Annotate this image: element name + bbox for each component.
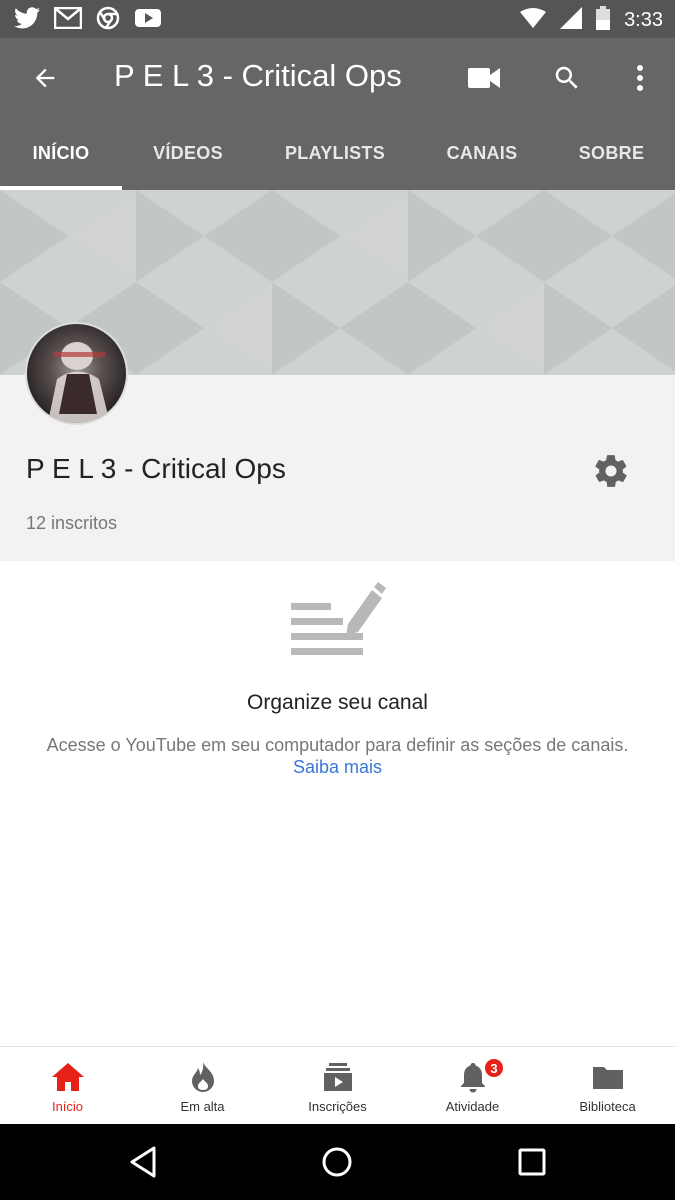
channel-avatar[interactable] xyxy=(25,322,128,425)
twitter-icon xyxy=(14,7,40,34)
subscriber-count: 12 inscritos xyxy=(26,513,118,533)
nav-biblioteca[interactable]: Biblioteca xyxy=(540,1047,675,1125)
circle-home-icon xyxy=(322,1147,352,1177)
upload-video-button[interactable] xyxy=(467,60,503,96)
more-options-button[interactable] xyxy=(622,60,658,96)
search-icon xyxy=(555,66,578,89)
youtube-icon xyxy=(134,7,162,34)
tab-inicio[interactable]: INÍCIO xyxy=(0,116,122,190)
video-camera-icon xyxy=(468,68,500,88)
wifi-icon xyxy=(520,8,547,33)
tab-videos[interactable]: VÍDEOS xyxy=(122,116,254,190)
learn-more-link[interactable]: Saiba mais xyxy=(0,757,675,778)
nav-inscricoes-label: Inscrições xyxy=(308,1099,367,1114)
channel-settings-button[interactable] xyxy=(592,452,630,490)
empty-state-description: Acesse o YouTube em seu computador para … xyxy=(46,735,629,755)
status-bar: 3:33 xyxy=(0,0,675,38)
nav-inicio[interactable]: Início xyxy=(0,1047,135,1125)
fire-icon xyxy=(186,1061,220,1093)
bottom-navigation: Início Em alta Inscrições 3 Atividade Bi… xyxy=(0,1046,675,1124)
nav-em-alta[interactable]: Em alta xyxy=(135,1047,270,1125)
nav-atividade[interactable]: 3 Atividade xyxy=(405,1047,540,1125)
more-vert-icon xyxy=(637,65,643,91)
nav-biblioteca-label: Biblioteca xyxy=(579,1099,636,1114)
square-recents-icon xyxy=(518,1148,546,1176)
tab-canais[interactable]: CANAIS xyxy=(416,116,548,190)
home-icon xyxy=(51,1061,85,1093)
nav-atividade-label: Atividade xyxy=(445,1099,500,1114)
channel-tabs: INÍCIO VÍDEOS PLAYLISTS CANAIS SOBRE xyxy=(0,116,675,190)
chrome-icon xyxy=(96,6,120,35)
edit-sections-icon xyxy=(288,580,386,666)
tab-playlists[interactable]: PLAYLISTS xyxy=(254,116,416,190)
tab-sobre[interactable]: SOBRE xyxy=(548,116,675,190)
system-navigation-bar xyxy=(0,1124,675,1200)
avatar-image xyxy=(47,342,110,423)
page-title: P E L 3 - Critical Ops xyxy=(114,58,402,93)
search-button[interactable] xyxy=(549,60,585,96)
arrow-back-icon xyxy=(35,68,55,88)
triangle-back-icon xyxy=(130,1146,156,1178)
subscriptions-icon xyxy=(321,1061,355,1093)
nav-em-alta-label: Em alta xyxy=(180,1099,225,1114)
battery-icon xyxy=(596,6,611,35)
gear-icon xyxy=(595,455,627,487)
nav-inicio-label: Início xyxy=(51,1099,84,1114)
clock: 3:33 xyxy=(624,9,663,31)
back-button[interactable] xyxy=(27,60,63,96)
folder-icon xyxy=(591,1061,625,1093)
empty-state-title: Organize seu canal xyxy=(247,691,428,714)
signal-icon xyxy=(560,7,583,34)
app-bar: P E L 3 - Critical Ops INÍCIO VÍDEOS PLA… xyxy=(0,38,675,190)
system-recents-button[interactable] xyxy=(512,1142,552,1182)
notification-badge: 3 xyxy=(483,1057,505,1079)
system-home-button[interactable] xyxy=(317,1142,357,1182)
system-back-button[interactable] xyxy=(124,1142,164,1182)
learn-more-link-label[interactable]: Saiba mais xyxy=(293,757,382,777)
gmail-icon xyxy=(53,6,83,34)
channel-name: P E L 3 - Critical Ops xyxy=(26,453,286,484)
nav-inscricoes[interactable]: Inscrições xyxy=(270,1047,405,1125)
